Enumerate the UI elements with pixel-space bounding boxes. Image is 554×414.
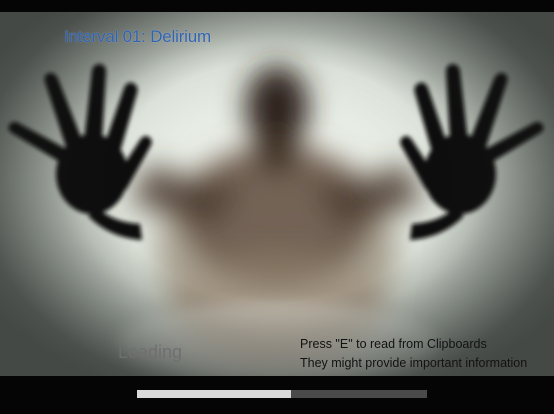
loading-progress-bar <box>137 390 427 398</box>
hint-line-1: Press "E" to read from Clipboards <box>300 337 487 351</box>
clipboard-hint: Press "E" to read from Clipboards They m… <box>300 335 527 373</box>
right-hand <box>400 64 544 240</box>
level-title: Interval 01: Delirium <box>64 27 211 46</box>
background-artwork: Interval 01: Delirium Loading Press "E" … <box>0 12 554 376</box>
left-hand <box>8 64 152 240</box>
loading-label: Loading <box>118 342 183 362</box>
hint-line-2: They might provide important information <box>300 356 528 370</box>
loading-progress-fill <box>137 390 291 398</box>
loading-screen: Interval 01: Delirium Loading Press "E" … <box>0 0 554 414</box>
silhouette-artwork <box>8 64 544 376</box>
